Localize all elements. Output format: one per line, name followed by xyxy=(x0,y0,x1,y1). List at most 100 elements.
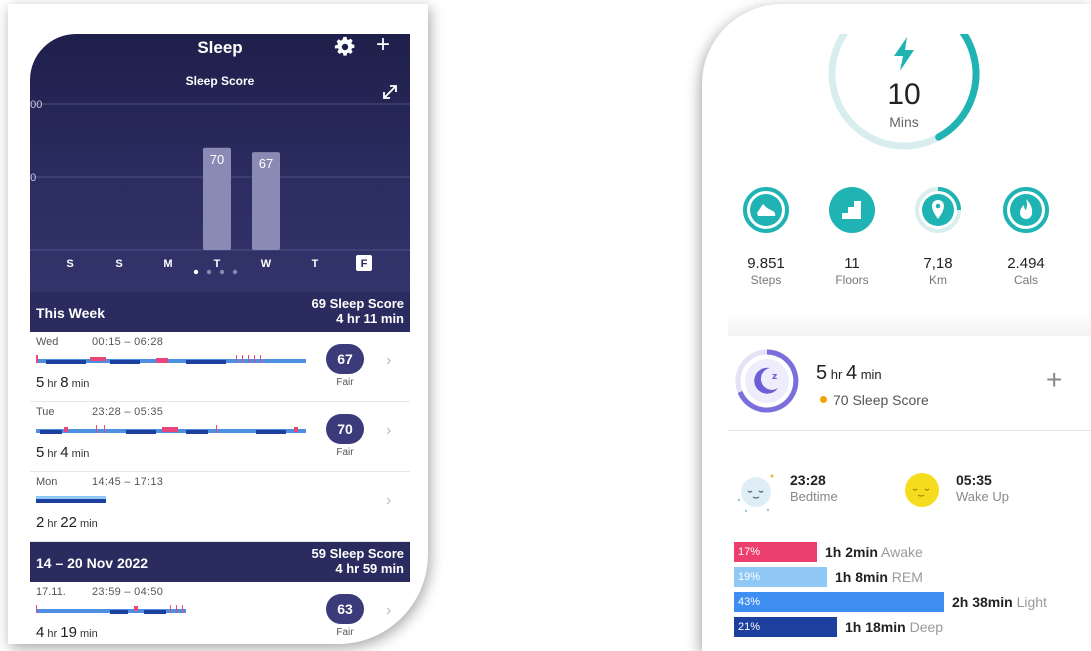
sleep-score-line: 70 Sleep Score xyxy=(820,392,929,408)
this-week-header: This Week 69 Sleep Score 4 hr 11 min xyxy=(30,292,410,332)
page-indicator-dot[interactable] xyxy=(206,269,212,275)
active-minutes-value: 10 xyxy=(887,78,921,111)
floors-value: 11 xyxy=(844,255,860,272)
active-minutes-unit: Mins xyxy=(889,114,919,130)
floors-unit: Floors xyxy=(835,273,869,287)
bar-value-label: 70 xyxy=(210,152,224,167)
stage-percent-bar: 17% xyxy=(734,542,817,562)
night-day: Wed xyxy=(36,336,59,348)
section-divider xyxy=(728,310,1091,336)
previous-week-header: 14 – 20 Nov 2022 59 Sleep Score 4 hr 59 … xyxy=(30,542,410,582)
add-icon[interactable]: + xyxy=(376,34,390,57)
sleep-log-row[interactable]: Wed 00:15 – 06:28 5 hr 8 min 67 Fair › xyxy=(30,332,410,402)
stage-duration: 2h 38min Light xyxy=(952,594,1047,610)
score-dot xyxy=(820,396,827,403)
distance-stat[interactable]: 7,18 Km xyxy=(908,186,968,287)
sleep-score-badge: 70 xyxy=(326,414,364,444)
sleep-stage-row[interactable]: 19% 1h 8min REM xyxy=(734,567,1091,589)
bar-value-label: 67 xyxy=(259,156,273,171)
y-tick-label: 100 xyxy=(30,99,42,111)
night-day: 17.11. xyxy=(36,586,66,598)
sleep-stage-row[interactable]: 43% 2h 38min Light xyxy=(734,592,1091,614)
page-indicator-dot[interactable] xyxy=(232,269,238,275)
night-duration: 2 hr 22 min xyxy=(36,514,98,531)
sleep-screen: 100500SSMTWTF7067 Sleep + Sleep Score Th… xyxy=(30,34,410,644)
sleep-stage-strip xyxy=(36,605,186,614)
right-phone: 10 Mins 9.851 Steps 11 Floors 7,18 Km 2.… xyxy=(702,4,1091,651)
this-week-score: 69 Sleep Score xyxy=(311,296,405,311)
previous-week-summary: 59 Sleep Score 4 hr 59 min xyxy=(312,546,405,576)
sleep-score-badge: 67 xyxy=(326,344,364,374)
day-label[interactable]: S xyxy=(66,258,73,270)
distance-value: 7,18 xyxy=(923,255,953,272)
add-sleep-button[interactable]: + xyxy=(1046,364,1062,396)
page-indicator-dot[interactable] xyxy=(193,269,199,275)
page-indicator-dot[interactable] xyxy=(219,269,225,275)
steps-stat[interactable]: 9.851 Steps xyxy=(736,186,796,287)
this-week-summary: 69 Sleep Score 4 hr 11 min xyxy=(312,296,405,326)
chart-title: Sleep Score xyxy=(185,74,255,88)
previous-week-duration: 4 hr 59 min xyxy=(335,561,404,576)
day-label[interactable]: F xyxy=(361,258,368,270)
shoe-icon xyxy=(743,187,789,233)
sleep-quality-label: Fair xyxy=(336,627,354,638)
flame-icon xyxy=(1003,187,1049,233)
chevron-right-icon: › xyxy=(386,602,392,619)
floors-stat[interactable]: 11 Floors xyxy=(822,186,882,287)
day-label[interactable]: S xyxy=(115,258,122,270)
sleep-stage-strip xyxy=(36,425,306,434)
sleep-score-badge: 63 xyxy=(326,594,364,624)
wakeup-label: Wake Up xyxy=(956,489,1009,504)
sleep-stage-row[interactable]: 21% 1h 18min Deep xyxy=(734,617,1091,639)
chevron-right-icon: › xyxy=(386,422,392,439)
sleep-log-row[interactable]: 17.11. 23:59 – 04:50 4 hr 19 min 63 Fair… xyxy=(30,582,410,644)
dashboard-screen: 10 Mins 9.851 Steps 11 Floors 7,18 Km 2.… xyxy=(728,34,1091,651)
day-label[interactable]: W xyxy=(261,258,272,270)
sleep-stage-row[interactable]: 17% 1h 2min Awake xyxy=(734,542,1091,564)
night-time-range: 23:59 – 04:50 xyxy=(92,586,164,598)
left-phone: 100500SSMTWTF7067 Sleep + Sleep Score Th… xyxy=(8,4,428,644)
screenshot-collage: 100500SSMTWTF7067 Sleep + Sleep Score Th… xyxy=(0,0,1091,651)
steps-unit: Steps xyxy=(750,273,782,287)
stage-duration: 1h 2min Awake xyxy=(825,544,923,560)
sleep-moon-icon[interactable]: z xyxy=(734,348,800,414)
expand-icon[interactable] xyxy=(380,82,400,102)
stage-duration: 1h 18min Deep xyxy=(845,619,944,635)
day-label[interactable]: T xyxy=(214,258,221,270)
calories-unit: Cals xyxy=(1013,273,1038,287)
night-day: Mon xyxy=(36,476,58,488)
sleep-score-chart: 100500SSMTWTF7067 xyxy=(30,99,410,275)
night-duration: 5 hr 8 min xyxy=(36,374,90,391)
distance-unit: Km xyxy=(929,273,947,287)
gear-icon[interactable] xyxy=(334,36,356,58)
this-week-duration: 4 hr 11 min xyxy=(336,311,404,326)
day-label[interactable]: T xyxy=(312,258,319,270)
wakeup-value: 05:35 xyxy=(956,472,992,488)
night-day: Tue xyxy=(36,406,55,418)
this-week-label: This Week xyxy=(36,305,105,321)
bedtime-label: Bedtime xyxy=(790,489,838,504)
night-time-range: 00:15 – 06:28 xyxy=(92,336,164,348)
sleep-log-row[interactable]: Mon 14:45 – 17:13 2 hr 22 min › xyxy=(30,472,410,542)
night-duration: 5 hr 4 min xyxy=(36,444,90,461)
previous-week-label: 14 – 20 Nov 2022 xyxy=(36,555,149,571)
stage-duration: 1h 8min REM xyxy=(835,569,923,585)
location-pin-icon xyxy=(915,187,961,233)
calories-stat[interactable]: 2.494 Cals xyxy=(996,186,1056,287)
sun-icon xyxy=(905,473,939,507)
sleep-log-row[interactable]: Tue 23:28 – 05:35 5 hr 4 min 70 Fair › xyxy=(30,402,410,472)
bedtime-value: 23:28 xyxy=(790,472,826,488)
steps-value: 9.851 xyxy=(747,255,785,272)
sleep-stage-strip xyxy=(36,496,106,503)
stairs-icon xyxy=(829,187,875,233)
sleep-stage-strip xyxy=(36,355,306,364)
night-duration: 4 hr 19 min xyxy=(36,624,98,641)
day-label[interactable]: M xyxy=(163,258,172,270)
sleep-quality-label: Fair xyxy=(336,377,354,388)
sleep-log-list: Wed 00:15 – 06:28 5 hr 8 min 67 Fair › T… xyxy=(30,332,410,644)
sleep-quality-label: Fair xyxy=(336,447,354,458)
lightning-icon xyxy=(894,37,914,71)
stage-percent-bar: 21% xyxy=(734,617,837,637)
chevron-right-icon: › xyxy=(386,492,392,509)
sleep-duration: 5 hr 4 min xyxy=(816,362,882,384)
